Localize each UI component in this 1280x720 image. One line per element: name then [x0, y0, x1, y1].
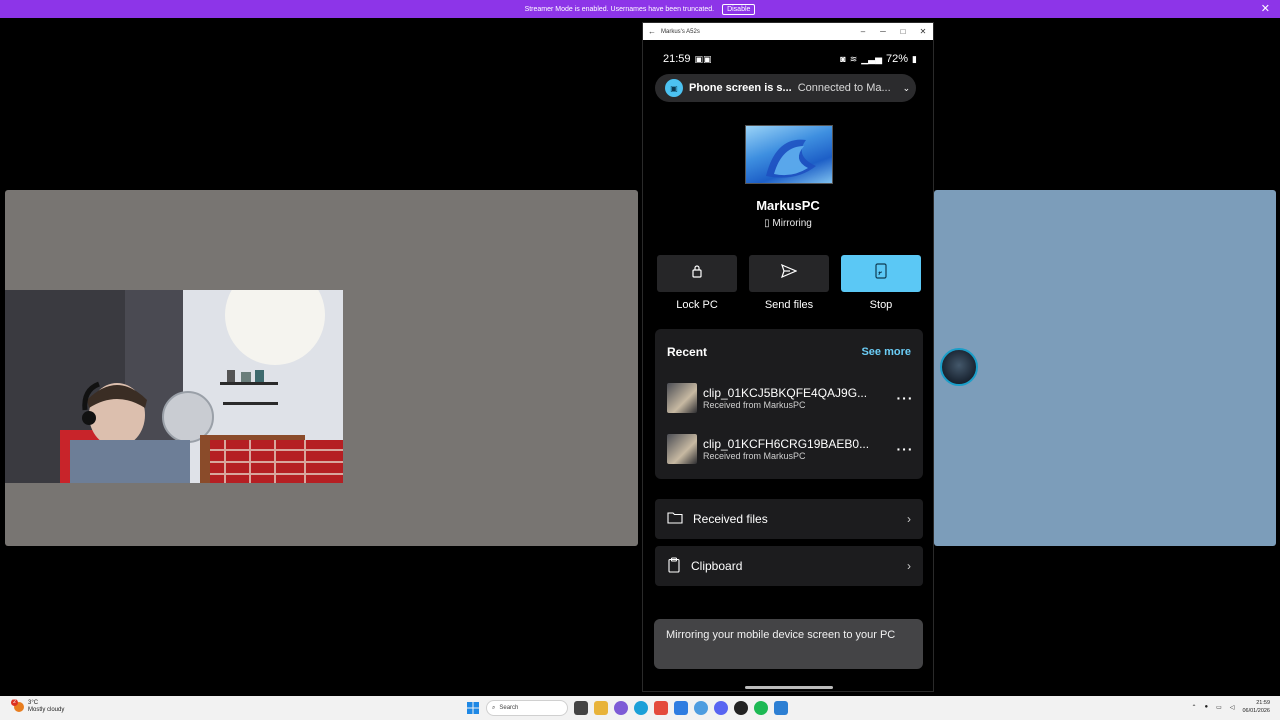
close-icon[interactable]: ✕	[1261, 2, 1270, 16]
file-explorer-icon[interactable]	[594, 701, 608, 715]
send-files-button[interactable]	[749, 255, 829, 292]
search-placeholder: Search	[499, 705, 519, 711]
taskbar: 2 3°C Mostly cloudy ⌕ Search ⌃ ● ▭ ◁ 21:…	[0, 696, 1280, 720]
lock-pc-button[interactable]	[657, 255, 737, 292]
webcam-image	[5, 290, 343, 483]
edge-icon[interactable]	[634, 701, 648, 715]
folder-icon	[667, 511, 683, 527]
received-files-row[interactable]: Received files ›	[655, 499, 923, 539]
maximize-icon[interactable]: □	[893, 27, 913, 36]
weather-icon: 2	[11, 699, 24, 712]
phone-link-app-icon[interactable]	[674, 701, 688, 715]
microphone-icon[interactable]: ●	[1205, 704, 1209, 710]
weather-widget[interactable]: 2 3°C Mostly cloudy	[11, 699, 65, 714]
alarm-icon: ◙	[840, 54, 846, 64]
close-window-icon[interactable]: ✕	[913, 27, 933, 36]
disable-streamer-button[interactable]: Disable	[722, 3, 756, 15]
chevron-down-icon[interactable]: ⌄	[903, 83, 911, 94]
stop-label: Stop	[869, 299, 893, 311]
search-icon: ⌕	[492, 704, 496, 711]
clock[interactable]: 21:59 06/01/2026	[1242, 699, 1270, 715]
more-options-icon[interactable]: ···	[893, 441, 917, 457]
phone-cast-icon	[875, 263, 887, 284]
clipboard-label: Clipboard	[691, 559, 743, 573]
copilot-icon[interactable]	[614, 701, 628, 715]
send-files-label: Send files	[764, 299, 814, 311]
clip-name: clip_01KCFH6CRG19BAEB0...	[703, 437, 870, 451]
screen-share-notification[interactable]: ▣ Phone screen is s... Connected to Ma..…	[655, 74, 916, 102]
signal-icon: ▁▃▅	[861, 53, 883, 64]
lock-pc-label: Lock PC	[676, 299, 718, 311]
obs-icon[interactable]	[734, 701, 748, 715]
weather-temp: 3°C	[28, 700, 39, 706]
mirroring-toast: Mirroring your mobile device screen to y…	[654, 619, 923, 669]
discord-icon[interactable]	[714, 701, 728, 715]
phone-link-window: ← Markus's A52s – ─ □ ✕ 21:59 ▣▣ ◙ ≋ ▁▃▅…	[642, 22, 934, 692]
battery-icon: ▮	[912, 53, 917, 64]
streamer-mode-bar: Streamer Mode is enabled. Usernames have…	[0, 0, 1280, 18]
clock-time: 21:59	[1256, 700, 1270, 706]
window-titlebar: ← Markus's A52s – ─ □ ✕	[643, 23, 933, 40]
volume-icon[interactable]: ◁	[1230, 704, 1235, 711]
back-arrow-icon[interactable]: ←	[643, 27, 661, 36]
clip-name: clip_01KCJ5BKQFE4QAJ9G...	[703, 386, 868, 400]
clipboard-row[interactable]: Clipboard ›	[655, 546, 923, 586]
notification-icons: ▣▣	[694, 53, 712, 64]
weather-desc: Mostly cloudy	[28, 707, 65, 713]
taskbar-search[interactable]: ⌕ Search	[486, 700, 568, 716]
phone-time: 21:59	[663, 53, 691, 65]
store-icon[interactable]	[654, 701, 668, 715]
mirroring-status: ▯ Mirroring	[764, 218, 812, 229]
pc-wallpaper-thumbnail	[745, 125, 833, 184]
notification-subtitle: Connected to Ma...	[797, 82, 891, 94]
lock-icon	[690, 264, 704, 283]
notification-badge: 2	[11, 699, 18, 706]
system-tray: ⌃ ● ▭ ◁ 21:59 06/01/2026	[1192, 699, 1270, 715]
battery-percent: 72%	[886, 53, 909, 65]
gesture-handle[interactable]	[745, 686, 833, 689]
pin-icon[interactable]: –	[853, 27, 873, 36]
clip-thumbnail	[667, 383, 697, 413]
spotify-icon[interactable]	[754, 701, 768, 715]
minimize-icon[interactable]: ─	[873, 27, 893, 36]
stop-mirroring-button[interactable]	[841, 255, 921, 292]
wifi-icon: ≋	[849, 53, 858, 64]
stream-tile-right[interactable]	[934, 190, 1276, 546]
chevron-up-icon[interactable]: ⌃	[1192, 704, 1197, 711]
chrome-icon[interactable]	[694, 701, 708, 715]
recent-card: Recent See more clip_01KCJ5BKQFE4QAJ9G..…	[655, 329, 923, 479]
more-options-icon[interactable]: ···	[893, 390, 917, 406]
clip-source: Received from MarkusPC	[703, 451, 806, 461]
taskbar-apps: ⌕ Search	[466, 698, 788, 718]
chevron-right-icon: ›	[907, 512, 911, 526]
network-icon[interactable]: ▭	[1216, 704, 1222, 711]
list-item[interactable]: clip_01KCFH6CRG19BAEB0... Received from …	[667, 432, 917, 466]
clipboard-icon	[667, 557, 681, 576]
user-avatar[interactable]	[940, 348, 978, 386]
streamer-message: Streamer Mode is enabled. Usernames have…	[524, 5, 715, 13]
recent-title: Recent	[667, 345, 708, 359]
send-icon	[781, 263, 798, 283]
see-more-link[interactable]: See more	[861, 346, 911, 358]
clip-source: Received from MarkusPC	[703, 400, 806, 410]
windows-start-icon[interactable]	[466, 701, 480, 715]
phone-icon: ▯	[764, 218, 770, 229]
received-files-label: Received files	[693, 512, 768, 526]
clock-date: 06/01/2026	[1242, 708, 1270, 714]
window-title: Markus's A52s	[661, 28, 700, 35]
notification-title: Phone screen is s...	[689, 82, 792, 94]
task-view-icon[interactable]	[574, 701, 588, 715]
settings-app-icon[interactable]	[774, 701, 788, 715]
phone-status-bar: 21:59 ▣▣ ◙ ≋ ▁▃▅ 72% ▮	[663, 52, 917, 66]
list-item[interactable]: clip_01KCJ5BKQFE4QAJ9G... Received from …	[667, 381, 917, 415]
device-name: MarkusPC	[756, 198, 820, 213]
phone-link-icon: ▣	[665, 79, 683, 97]
clip-thumbnail	[667, 434, 697, 464]
webcam-feed[interactable]	[5, 290, 343, 483]
chevron-right-icon: ›	[907, 559, 911, 573]
